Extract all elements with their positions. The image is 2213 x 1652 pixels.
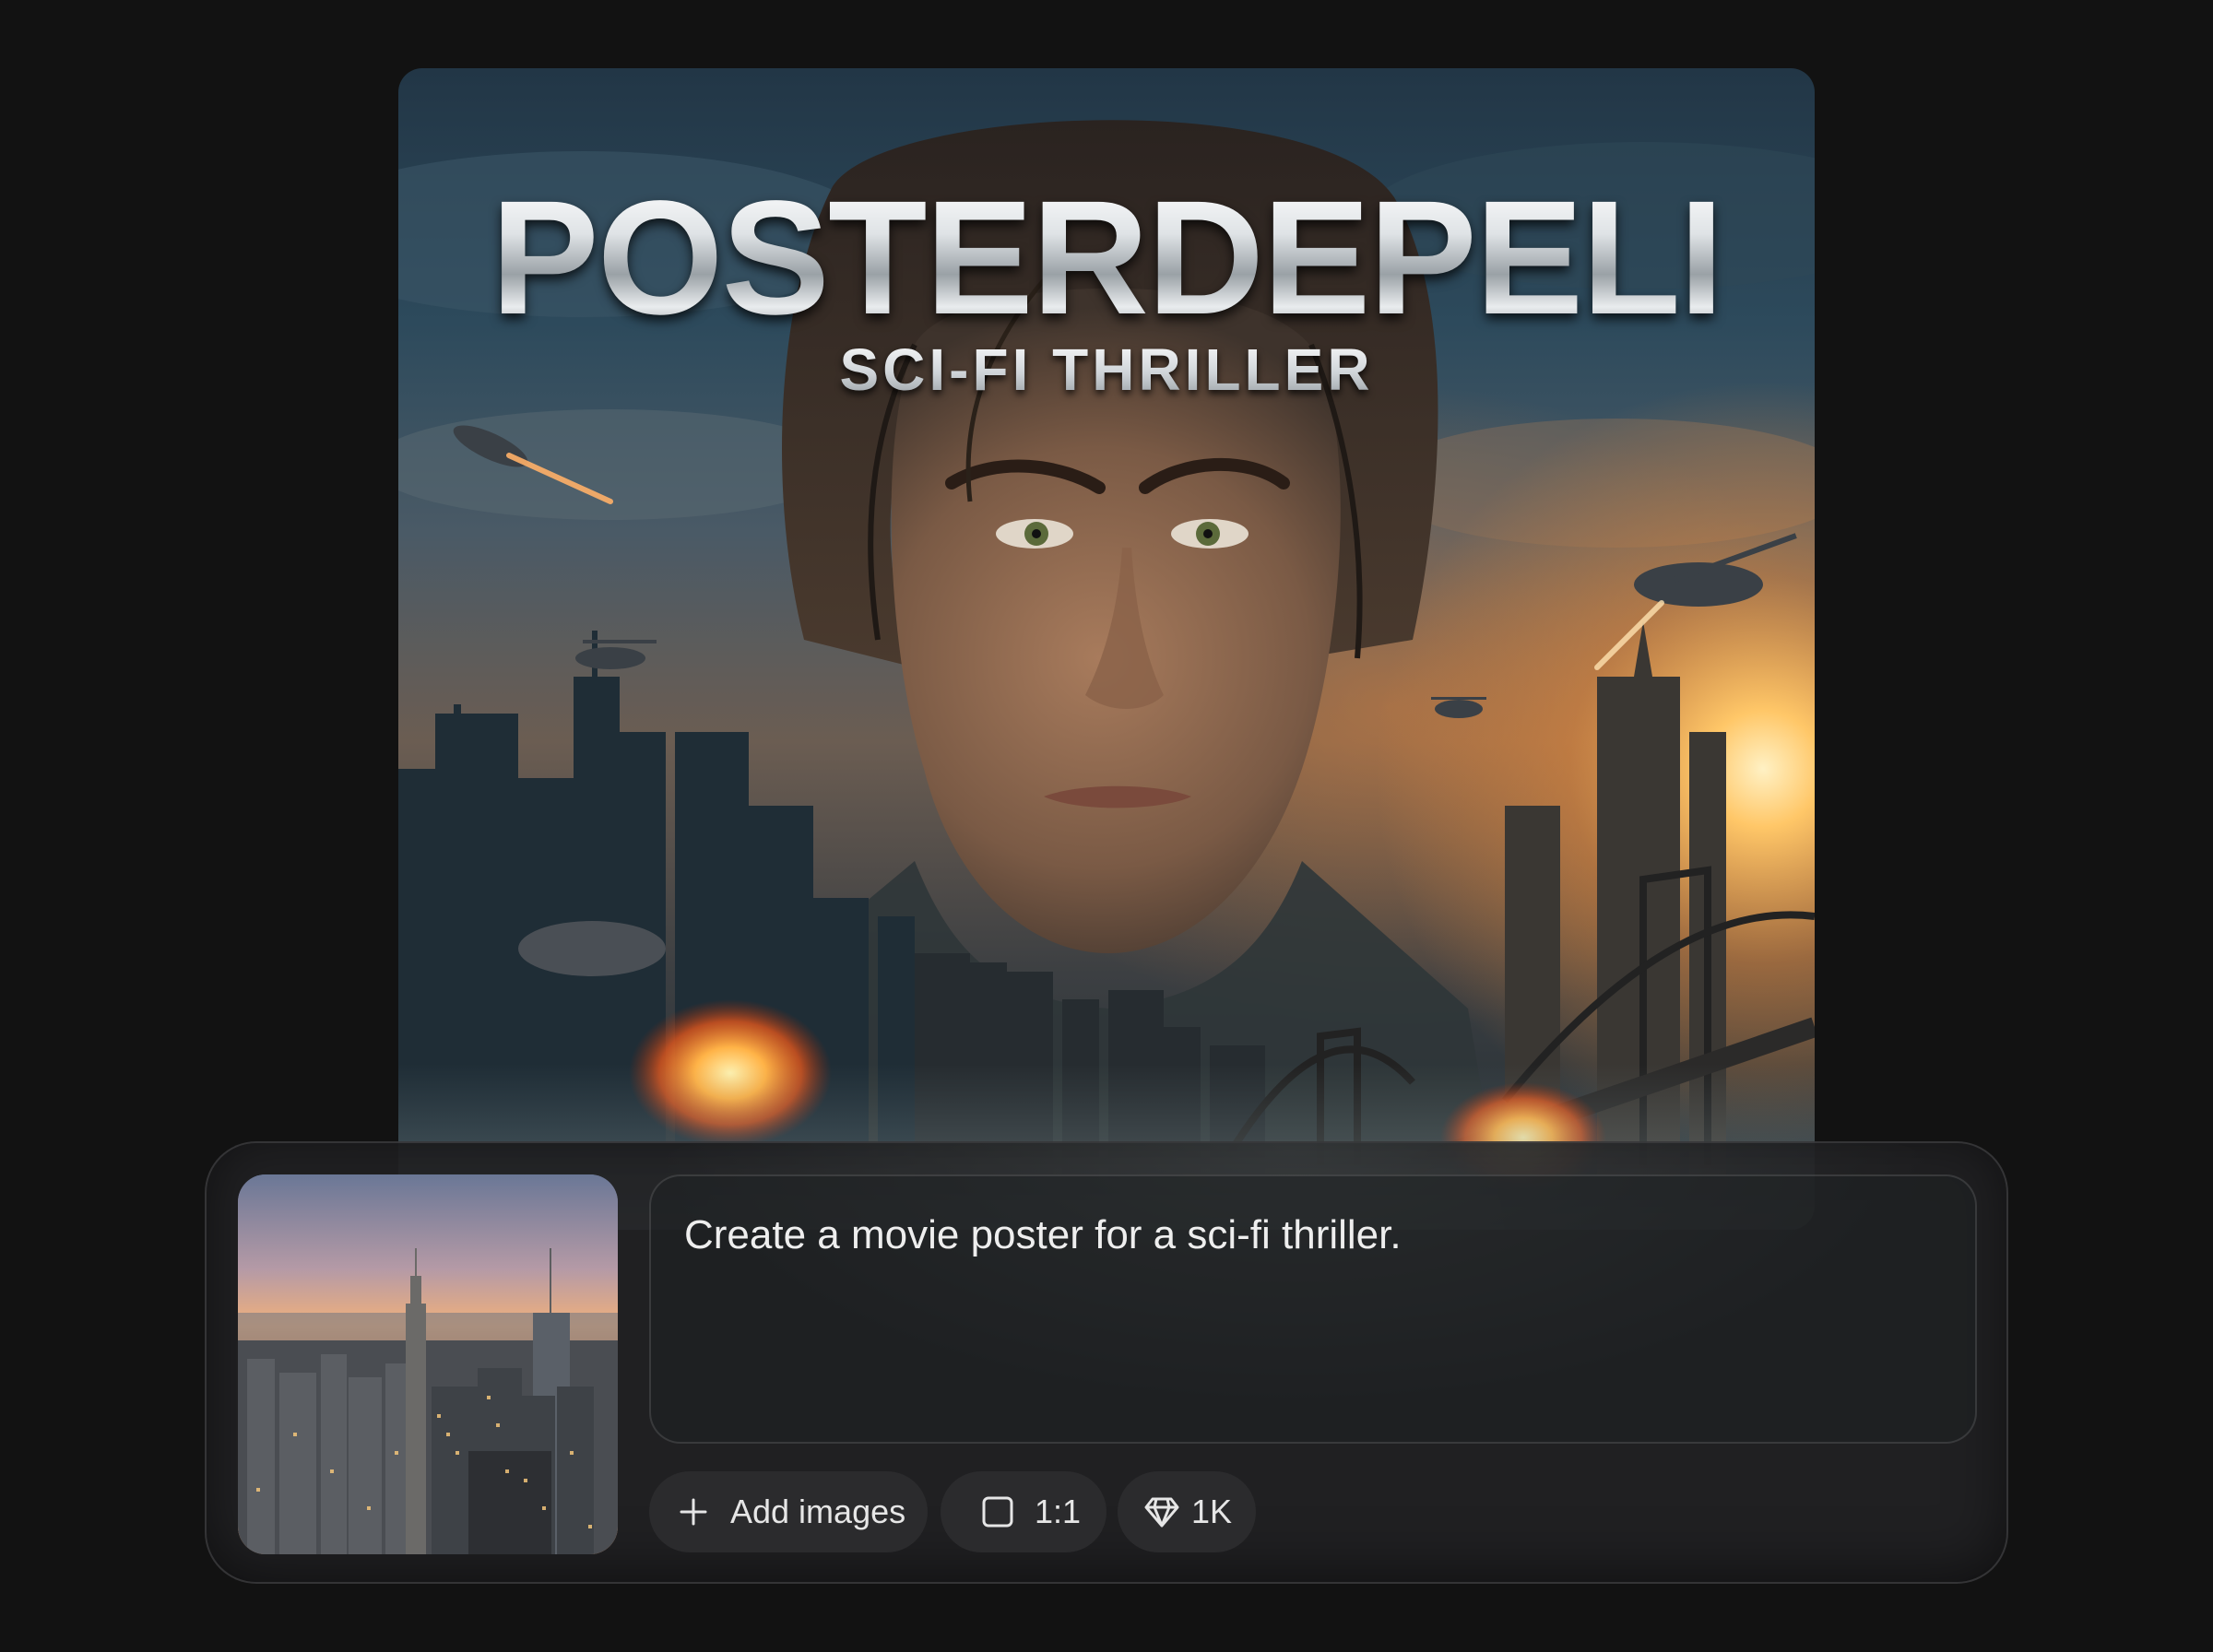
app-stage: POSTERDEPELI SCI-FI THRILLER Create a mo… <box>0 0 2213 1652</box>
square-icon <box>981 1495 1014 1528</box>
add-images-label: Add images <box>730 1493 906 1530</box>
add-images-button[interactable]: Add images <box>649 1471 928 1552</box>
generated-poster-image[interactable]: POSTERDEPELI SCI-FI THRILLER <box>398 68 1815 1230</box>
plus-icon <box>679 1497 708 1527</box>
reference-image-thumbnail[interactable] <box>238 1174 618 1554</box>
prompt-textarea[interactable]: Create a movie poster for a sci-fi thril… <box>649 1174 1977 1444</box>
city-skyline-image <box>238 1174 618 1554</box>
gem-icon <box>1143 1495 1180 1528</box>
prompt-text[interactable]: Create a movie poster for a sci-fi thril… <box>684 1210 1942 1261</box>
aspect-ratio-value: 1:1 <box>1035 1493 1082 1530</box>
poster-subtitle: SCI-FI THRILLER <box>398 336 1815 404</box>
resolution-button[interactable]: 1K <box>1118 1471 1256 1552</box>
aspect-ratio-button[interactable]: 1:1 <box>941 1471 1106 1552</box>
poster-title: POSTERDEPELI <box>398 177 1815 339</box>
prompt-composer: Create a movie poster for a sci-fi thril… <box>205 1141 2008 1584</box>
resolution-value: 1K <box>1191 1493 1233 1530</box>
